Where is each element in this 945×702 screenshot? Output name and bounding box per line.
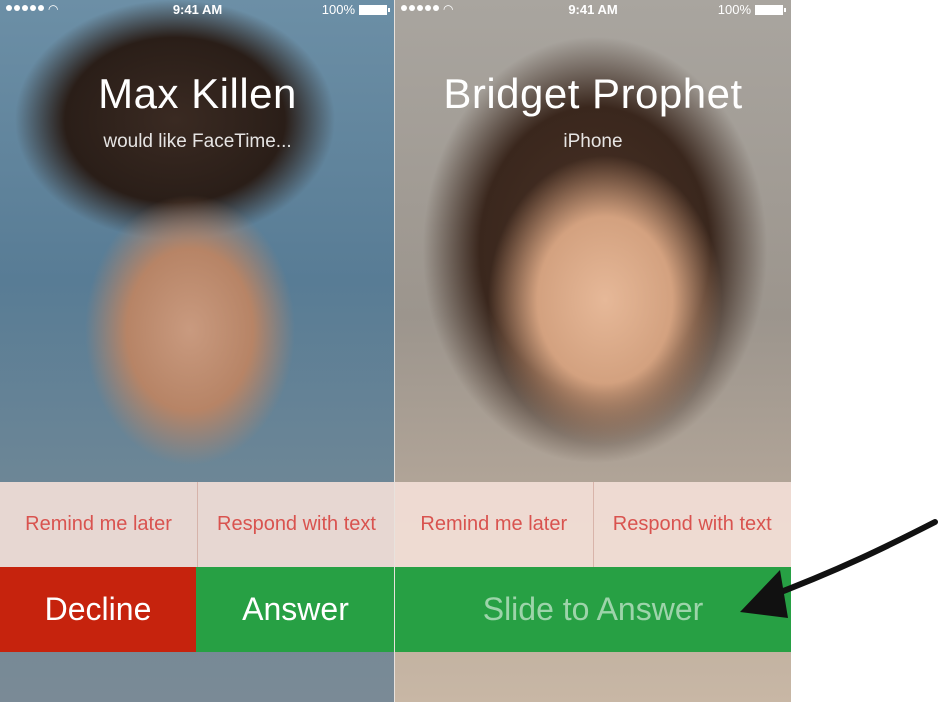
remind-me-later-button[interactable]: Remind me later <box>395 482 593 567</box>
answer-button[interactable]: Answer <box>196 567 395 652</box>
decline-button[interactable]: Decline <box>0 567 196 652</box>
caller-subtitle: iPhone <box>563 131 623 152</box>
call-buttons-row: Decline Answer <box>0 567 395 652</box>
caller-name: Bridget Prophet <box>443 70 743 117</box>
remind-me-later-button[interactable]: Remind me later <box>0 482 197 567</box>
respond-with-text-button[interactable]: Respond with text <box>197 482 395 567</box>
caller-name: Max Killen <box>98 70 297 117</box>
battery-percent: 100% <box>321 2 355 17</box>
arrow-annotation-icon <box>740 519 938 618</box>
caller-subtitle: would like FaceTime... <box>103 131 292 152</box>
battery-percent: 100% <box>717 2 751 17</box>
battery-icon <box>359 5 390 15</box>
status-bar: ◠ 9:41 AM 100% <box>0 0 395 20</box>
battery-icon <box>755 5 786 15</box>
status-bar: ◠ 9:41 AM 100% <box>395 0 791 20</box>
call-options-row: Remind me later Respond with text <box>0 482 395 567</box>
facetime-incoming-screen: ◠ 9:41 AM 100% Max Killen would like Fac… <box>0 0 395 702</box>
